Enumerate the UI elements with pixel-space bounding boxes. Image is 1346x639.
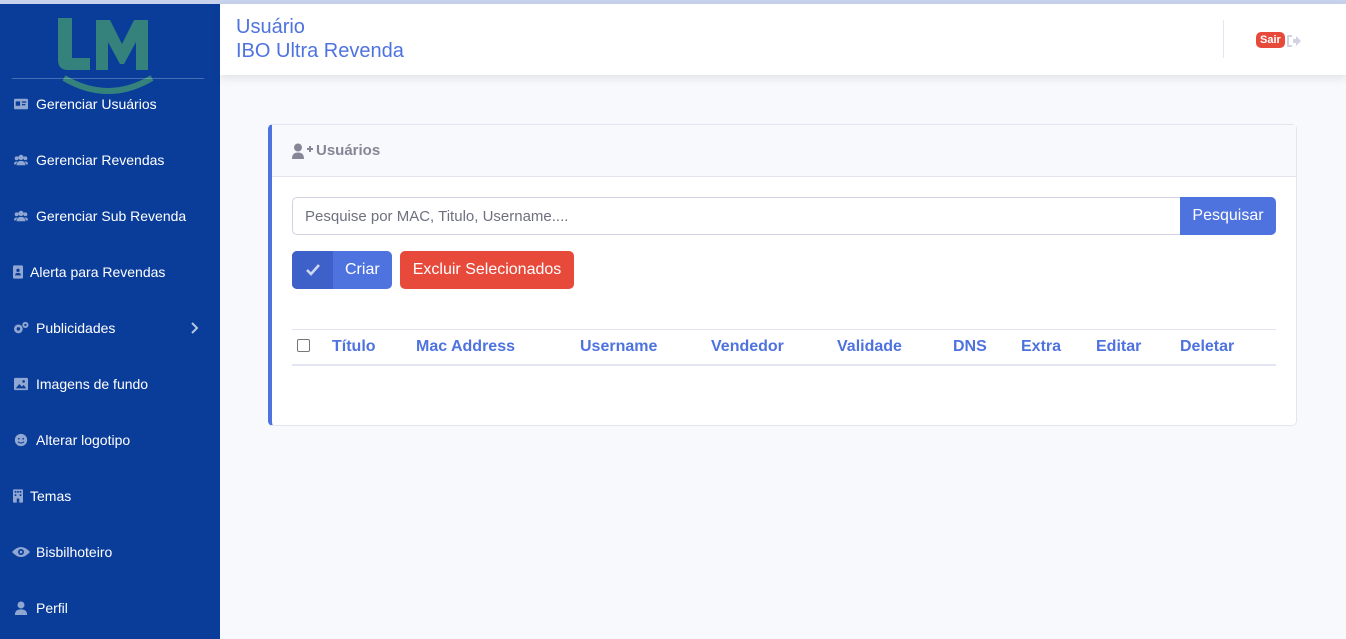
logout-badge: Sair <box>1256 32 1285 48</box>
sidebar-item-perfil[interactable]: Perfil <box>0 588 220 628</box>
user-plus-icon <box>292 143 314 159</box>
page-title: Usuário <box>236 16 305 38</box>
sidebar-item-alterar-logotipo[interactable]: Alterar logotipo <box>0 420 220 460</box>
column-header-titulo[interactable]: Título <box>332 338 376 356</box>
column-header-validade[interactable]: Validade <box>837 338 902 356</box>
sidebar-item-publicidades[interactable]: Publicidades <box>0 308 220 348</box>
sidebar-item-bisbilhoteiro[interactable]: Bisbilhoteiro <box>0 532 220 572</box>
column-header-deletar[interactable]: Deletar <box>1180 338 1234 356</box>
sidebar-item-imagens-fundo[interactable]: Imagens de fundo <box>0 364 220 404</box>
users-table: Título Mac Address Username Vendedor Val… <box>292 329 1276 366</box>
eye-icon <box>12 545 30 559</box>
sidebar-item-label: Gerenciar Sub Revenda <box>36 208 187 224</box>
sidebar-item-label: Temas <box>30 488 72 504</box>
sidebar-item-gerenciar-revendas[interactable]: Gerenciar Revendas <box>0 140 220 180</box>
sidebar-item-label: Perfil <box>36 600 68 616</box>
image-icon <box>12 377 30 391</box>
sign-out-icon <box>1286 34 1301 47</box>
address-book-icon <box>12 265 24 279</box>
cogs-icon <box>12 321 30 335</box>
sidebar-item-label: Bisbilhoteiro <box>36 544 113 560</box>
select-all-checkbox[interactable] <box>297 339 310 352</box>
sidebar: Gerenciar Usuários Gerenciar Revendas Ge… <box>0 4 220 639</box>
delete-selected-button[interactable]: Excluir Selecionados <box>400 251 574 289</box>
sidebar-item-gerenciar-sub-revenda[interactable]: Gerenciar Sub Revenda <box>0 196 220 236</box>
sidebar-item-temas[interactable]: Temas <box>0 476 220 516</box>
column-header-extra[interactable]: Extra <box>1021 338 1061 356</box>
column-header-editar[interactable]: Editar <box>1096 338 1141 356</box>
column-header-mac-address[interactable]: Mac Address <box>416 338 515 356</box>
sidebar-item-label: Alterar logotipo <box>36 432 131 448</box>
sidebar-item-label: Imagens de fundo <box>36 376 149 392</box>
card-header: Usuários <box>272 125 1296 177</box>
check-icon <box>292 251 333 289</box>
column-header-dns[interactable]: DNS <box>953 338 987 356</box>
id-card-icon <box>12 97 30 111</box>
column-header-username[interactable]: Username <box>580 338 657 356</box>
create-button[interactable]: Criar <box>292 251 392 289</box>
sidebar-item-alerta-revendas[interactable]: Alerta para Revendas <box>0 252 220 292</box>
topbar: Usuário IBO Ultra Revenda Sair <box>220 4 1346 75</box>
sidebar-item-gerenciar-usuarios[interactable]: Gerenciar Usuários <box>0 84 220 124</box>
user-icon <box>12 601 30 615</box>
chevron-right-icon <box>190 321 200 335</box>
sidebar-item-label: Publicidades <box>36 320 116 336</box>
users-icon <box>12 153 30 167</box>
logout-button[interactable]: Sair <box>1256 32 1301 48</box>
page-subtitle: IBO Ultra Revenda <box>236 40 404 62</box>
smile-icon <box>12 433 30 447</box>
sidebar-item-label: Gerenciar Usuários <box>36 96 157 112</box>
sidebar-divider <box>12 78 204 79</box>
sidebar-item-label: Gerenciar Revendas <box>36 152 165 168</box>
search-button[interactable]: Pesquisar <box>1180 197 1276 235</box>
column-header-vendedor[interactable]: Vendedor <box>711 338 784 356</box>
search-input[interactable] <box>292 197 1181 235</box>
topbar-divider <box>1223 20 1224 58</box>
users-icon <box>12 209 30 223</box>
card-title: Usuários <box>316 142 381 159</box>
create-button-label: Criar <box>345 261 380 278</box>
building-icon <box>12 489 24 503</box>
users-card: Usuários Pesquisar Criar Excluir Selecio… <box>268 124 1297 426</box>
sidebar-item-label: Alerta para Revendas <box>30 264 166 280</box>
